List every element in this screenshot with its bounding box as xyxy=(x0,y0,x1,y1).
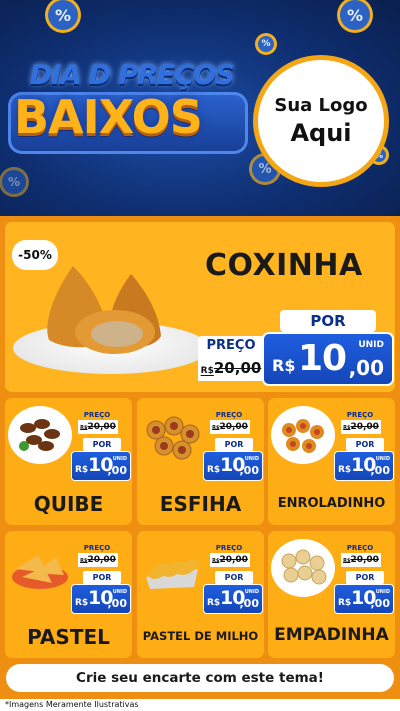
new-price-box: R$ 10 UNID ,00 xyxy=(264,334,392,384)
product-name: EMPADINHA xyxy=(274,625,389,645)
pastel-de-milho-image xyxy=(140,539,204,597)
promo-title: DIA D PREÇOS BAIXOS xyxy=(8,56,248,168)
product-card-empadinha: PREÇO R$20,00 POR R$ 10 UNID ,00 EMPADINHA xyxy=(268,531,395,658)
product-card-pastel-de-milho: PREÇO R$20,00 POR R$ 10 UNID ,00 PASTEL DE … xyxy=(137,531,264,658)
esfiha-image xyxy=(140,406,204,464)
por-label: POR xyxy=(215,571,253,584)
discount-badge: -50% xyxy=(12,240,58,270)
percent-badge-icon: % xyxy=(258,36,274,52)
por-label: POR xyxy=(83,571,121,584)
old-price: R$20,00 xyxy=(78,553,118,567)
logo-text-line-2: Aqui xyxy=(290,119,352,147)
product-name: PASTEL DE MILHO xyxy=(142,629,259,643)
product-card-pastel: PREÇO R$20,00 POR R$ 10 UNID ,00 PASTEL xyxy=(5,531,132,658)
price-label: PREÇO xyxy=(83,544,111,552)
old-price-box: PREÇO R$20,00 xyxy=(198,336,264,381)
price-label: PREÇO xyxy=(206,338,256,353)
product-name: PASTEL xyxy=(27,625,110,649)
price-label: PREÇO xyxy=(215,544,243,552)
old-price: R$20,00 xyxy=(341,553,381,567)
percent-badge-icon: % xyxy=(2,170,26,194)
old-price: R$20,00 xyxy=(341,420,381,434)
currency: R$ xyxy=(272,356,296,375)
old-price: R$20,00 xyxy=(210,553,250,567)
product-name: QUIBE xyxy=(33,492,104,516)
price-label: PREÇO xyxy=(215,411,243,419)
price-label: PREÇO xyxy=(346,544,374,552)
cta-banner[interactable]: Crie seu encarte com este tema! xyxy=(6,664,394,692)
por-label: POR xyxy=(346,571,384,584)
enroladinho-image xyxy=(271,406,335,464)
old-price: R$20,00 xyxy=(198,356,264,381)
featured-product-name: COXINHA xyxy=(205,248,363,283)
product-card-enroladinho: PREÇO R$20,00 POR R$ 10 UNID ,00 ENROLADINH… xyxy=(268,398,395,525)
product-name: ESFIHA xyxy=(159,492,242,516)
product-card-quibe: PREÇO R$20,00 POR R$ 10 UNID ,00 QUIBE xyxy=(5,398,132,525)
header-banner: % % % % % % DIA D PREÇOS BAIXOS Sua Logo… xyxy=(0,0,400,216)
footnote: *Imagens Meramente Ilustrativas xyxy=(5,700,139,709)
new-price-box: R$ 10 UNID ,00 xyxy=(335,452,393,480)
percent-badge-icon: % xyxy=(340,0,370,30)
new-price-decimal: ,00 xyxy=(348,356,384,380)
coxinha-image xyxy=(47,266,161,354)
new-price-box: R$ 10 UNID ,00 xyxy=(204,452,262,480)
logo-text-line-1: Sua Logo xyxy=(274,95,368,116)
por-label: POR xyxy=(280,310,376,332)
new-price-box: R$ 10 UNID ,00 xyxy=(204,585,262,613)
price-label: PREÇO xyxy=(83,411,111,419)
product-card-esfiha: PREÇO R$20,00 POR R$ 10 UNID ,00 ESFIHA xyxy=(137,398,264,525)
quibe-image xyxy=(8,406,72,464)
percent-badge-icon: % xyxy=(48,0,78,30)
old-price: R$20,00 xyxy=(210,420,250,434)
new-price-integer: 10 xyxy=(298,338,347,379)
por-label: POR xyxy=(215,438,253,451)
title-line-1: DIA D PREÇOS xyxy=(30,60,235,91)
por-label: POR xyxy=(346,438,384,451)
new-price-box: R$ 10 UNID ,00 xyxy=(72,585,130,613)
unit-label: UNID xyxy=(358,340,384,350)
title-line-2: BAIXOS xyxy=(14,90,203,144)
new-price-box: R$ 10 UNID ,00 xyxy=(72,452,130,480)
logo-placeholder: Sua Logo Aqui xyxy=(258,60,384,182)
new-price-box: R$ 10 UNID ,00 xyxy=(335,585,393,613)
price-label: PREÇO xyxy=(346,411,374,419)
empadinha-image xyxy=(271,539,335,597)
product-name: ENROLADINHO xyxy=(277,496,386,511)
por-label: POR xyxy=(83,438,121,451)
pastel-image xyxy=(8,539,72,597)
old-price: R$20,00 xyxy=(78,420,118,434)
